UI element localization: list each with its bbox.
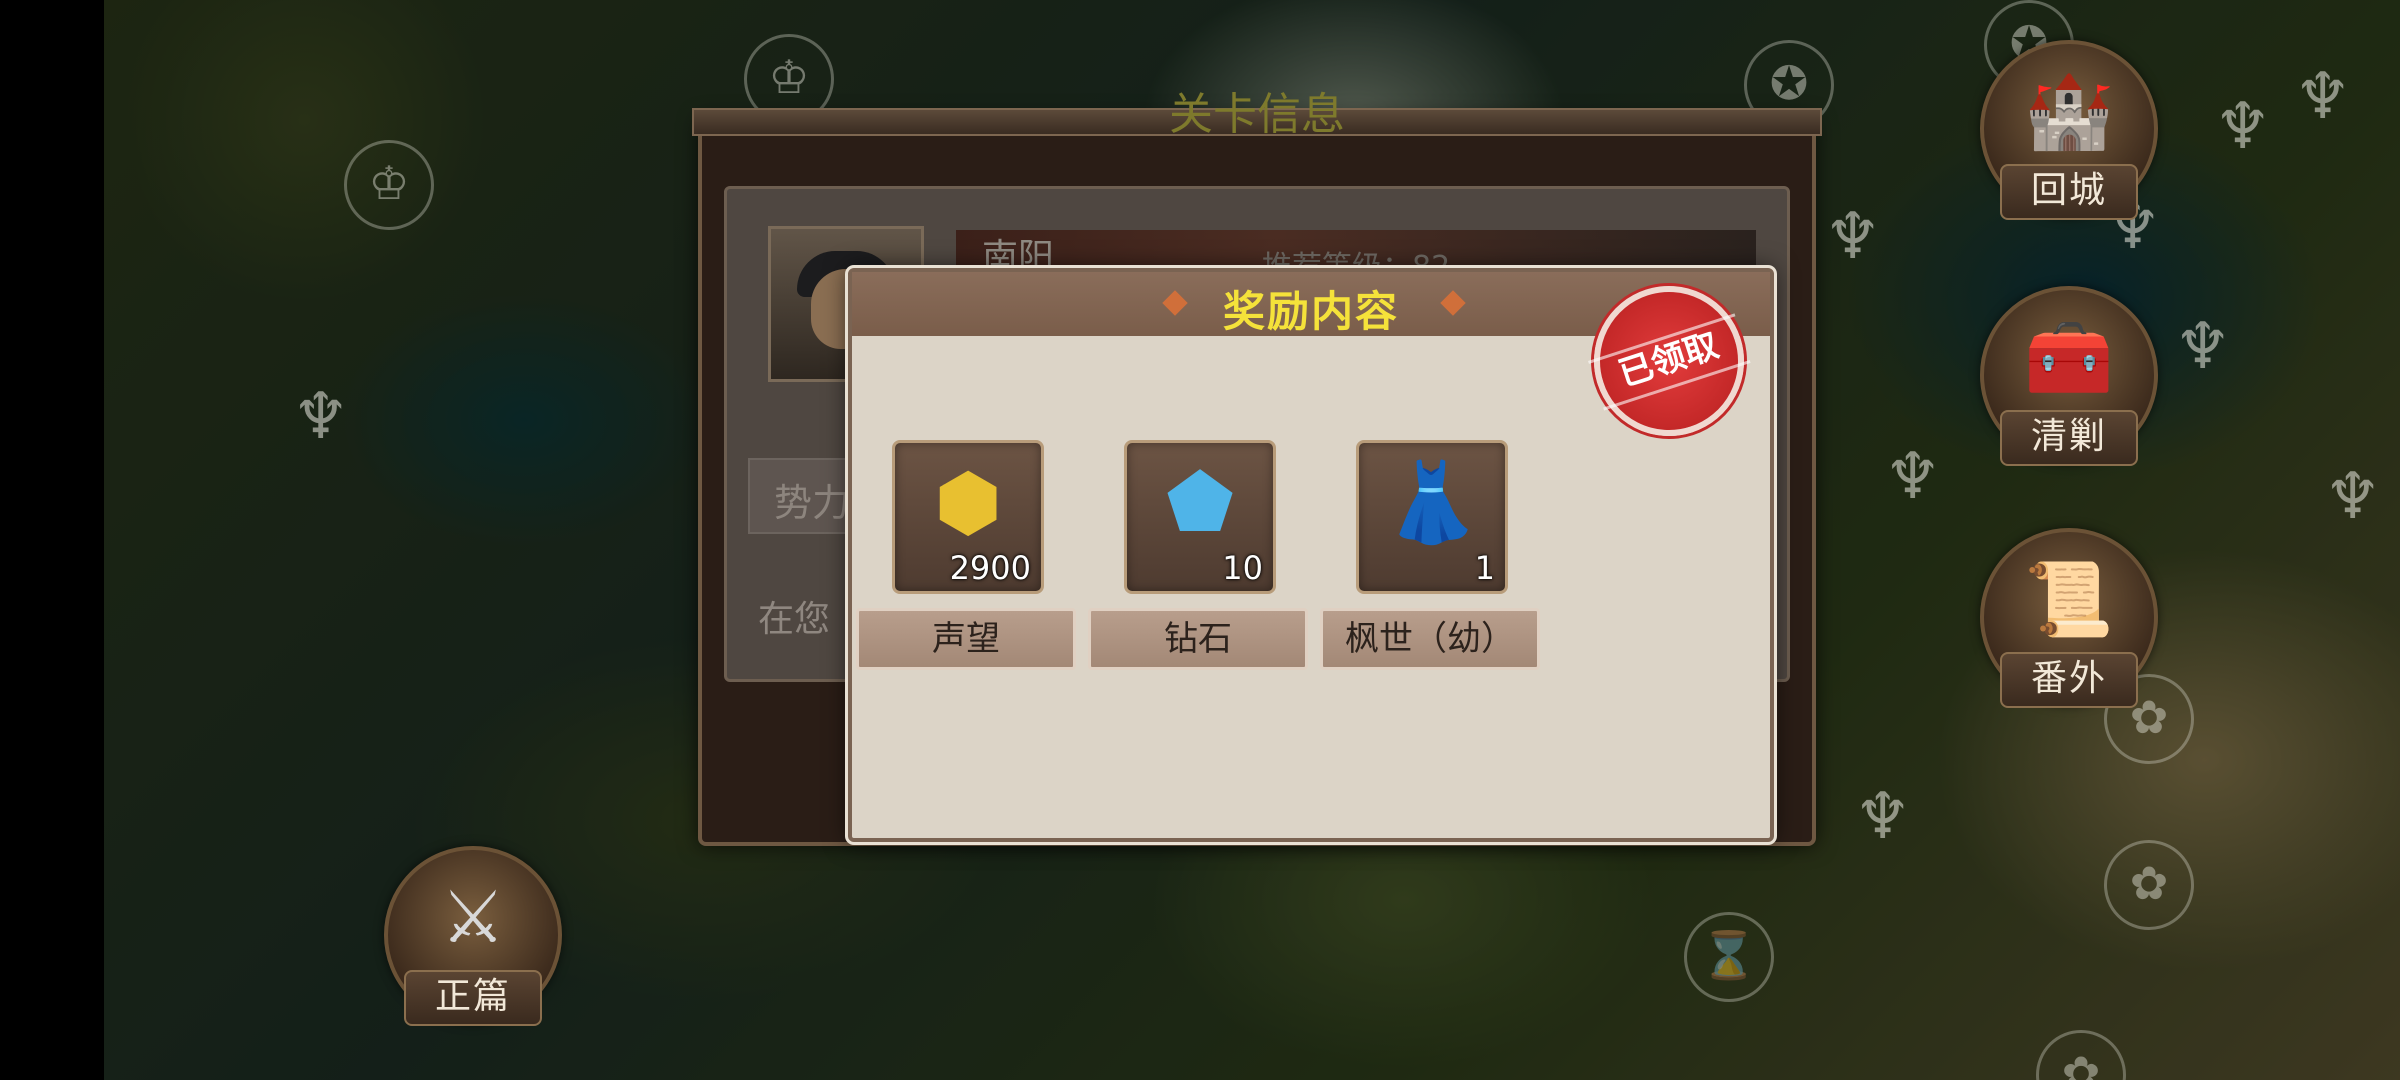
map-wing-emblem-icon[interactable]: ♆ <box>2214 90 2271 164</box>
map-wing-emblem-icon[interactable]: ♆ <box>2324 460 2381 534</box>
map-crown-emblem-icon[interactable]: ♔ <box>344 140 434 230</box>
sweep-button[interactable]: 🧰 清剿 <box>1980 286 2158 466</box>
extra-story-button[interactable]: 📜 番外 <box>1980 528 2158 708</box>
stage-info-title: 关卡信息 <box>1169 89 1345 140</box>
return-city-button[interactable]: 🏰 回城 <box>1980 40 2158 220</box>
reward-name: 钻石 <box>1088 608 1308 670</box>
costume-dress-icon[interactable]: 👗 1 <box>1356 440 1508 594</box>
map-wing-emblem-icon[interactable]: ♆ <box>292 380 349 454</box>
sweep-label: 清剿 <box>2000 410 2138 466</box>
map-emblem-icon[interactable]: ✿ <box>2104 840 2194 930</box>
stage-description: 在您 <box>758 599 831 640</box>
treasure-chest-icon: 🧰 <box>2024 315 2114 399</box>
crossed-swords-icon: ⚔ <box>440 875 506 959</box>
map-wing-emblem-icon[interactable]: ♆ <box>2174 310 2231 384</box>
map-wing-emblem-icon[interactable]: ♆ <box>1884 440 1941 514</box>
map-wing-emblem-icon[interactable]: ♆ <box>2294 60 2351 134</box>
castle-icon: 🏰 <box>2024 69 2114 153</box>
map-emblem-icon[interactable]: ⌛ <box>1684 912 1774 1002</box>
reward-count: 1 <box>1474 549 1495 587</box>
reputation-medal-icon[interactable]: ⬢ 2900 <box>892 440 1044 594</box>
faction-label: 势力 <box>774 481 851 525</box>
extra-story-label: 番外 <box>2000 652 2138 708</box>
main-story-button[interactable]: ⚔ 正篇 <box>384 846 562 1026</box>
map-emblem-icon[interactable]: ✿ <box>2036 1030 2126 1080</box>
reward-item[interactable]: 👗 1 枫世（幼） <box>1320 440 1542 678</box>
claimed-stamp-text: 已领取 <box>1614 325 1724 395</box>
diamond-crystal-icon[interactable]: ⬟ 10 <box>1124 440 1276 594</box>
reward-count: 2900 <box>949 549 1031 587</box>
map-wing-emblem-icon[interactable]: ♆ <box>1854 780 1911 854</box>
reward-name: 枫世（幼） <box>1320 608 1540 670</box>
scroll-map-icon: 📜 <box>2024 557 2114 641</box>
reward-item[interactable]: ⬢ 2900 声望 <box>856 440 1078 678</box>
map-wing-emblem-icon[interactable]: ♆ <box>1824 200 1881 274</box>
reward-dialog: 奖励内容 已领取 ⬢ 2900 声望 ⬟ 10 钻石 👗 1 枫世（幼） <box>848 266 1774 842</box>
reward-count: 10 <box>1222 549 1263 587</box>
reward-item[interactable]: ⬟ 10 钻石 <box>1088 440 1310 678</box>
reward-name: 声望 <box>856 608 1076 670</box>
main-story-label: 正篇 <box>404 970 542 1026</box>
return-city-label: 回城 <box>2000 164 2138 220</box>
